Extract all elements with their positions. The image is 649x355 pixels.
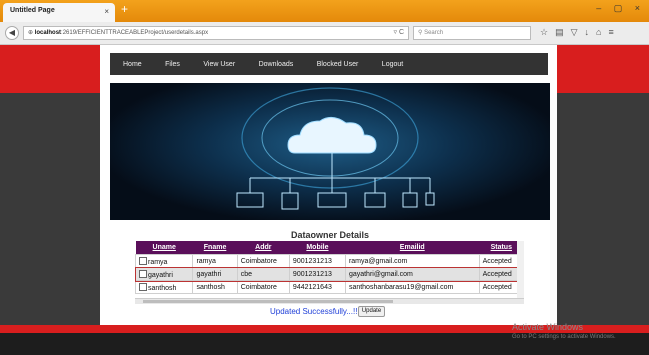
row-checkbox[interactable] bbox=[139, 269, 147, 278]
back-arrow-icon[interactable]: ◀ bbox=[5, 26, 19, 40]
uname-value: ramya bbox=[148, 258, 168, 266]
download-icon[interactable]: ↓ bbox=[585, 27, 597, 37]
reload-icon[interactable]: ▿ C bbox=[393, 27, 404, 39]
table-row: santhosh santhosh Coimbatore 9442121643 … bbox=[135, 280, 524, 294]
cell-mobile: 9001231213 bbox=[288, 254, 346, 268]
activation-watermark-text: Go to PC settings to activate Windows. bbox=[512, 334, 616, 340]
cell-addr: cbe bbox=[236, 267, 290, 281]
scrollbar-thumb[interactable] bbox=[143, 300, 393, 303]
row-checkbox[interactable] bbox=[139, 256, 147, 265]
pocket-icon[interactable]: ▽ bbox=[571, 27, 585, 37]
cell-fname: ramya bbox=[192, 254, 238, 268]
col-fname[interactable]: Fname bbox=[192, 241, 238, 255]
window-controls[interactable]: – ▢ × bbox=[596, 3, 645, 14]
browser-tab-bar: Untitled Page × + – ▢ × bbox=[0, 0, 649, 22]
cell-email: santhoshanbarasu19@gmail.com bbox=[344, 280, 480, 294]
dataowner-table: Uname Fname Addr Mobile Emailid Status r… bbox=[135, 241, 524, 294]
status-message: Updated Successfully...!!! bbox=[270, 307, 360, 316]
menu-blocked-user[interactable]: Blocked User bbox=[317, 54, 359, 76]
col-addr[interactable]: Addr bbox=[237, 241, 290, 255]
cell-addr: Coimbatore bbox=[236, 280, 290, 294]
cell-mobile: 9001231213 bbox=[288, 267, 346, 281]
menu-view-user[interactable]: View User bbox=[203, 54, 235, 76]
cell-fname: santhosh bbox=[192, 280, 238, 294]
tab-close-icon[interactable]: × bbox=[104, 7, 109, 16]
url-host: localhost bbox=[34, 30, 62, 36]
search-input[interactable]: ⚲ Search bbox=[413, 26, 531, 40]
dataowner-table-container: Uname Fname Addr Mobile Emailid Status r… bbox=[135, 241, 524, 303]
cloud-banner-image bbox=[110, 83, 550, 220]
col-emailid[interactable]: Emailid bbox=[345, 241, 480, 255]
col-uname[interactable]: Uname bbox=[135, 241, 193, 255]
star-icon[interactable]: ☆ bbox=[540, 27, 555, 37]
menu-logout[interactable]: Logout bbox=[382, 54, 403, 76]
table-header-row: Uname Fname Addr Mobile Emailid Status bbox=[135, 241, 524, 255]
uname-value: santhosh bbox=[148, 284, 177, 292]
cell-email: ramya@gmail.com bbox=[344, 254, 480, 268]
right-background bbox=[557, 93, 649, 325]
tab-title: Untitled Page bbox=[10, 7, 55, 14]
table-row: ramya ramya Coimbatore 9001231213 ramya@… bbox=[135, 254, 524, 268]
menu-downloads[interactable]: Downloads bbox=[259, 54, 294, 76]
row-checkbox[interactable] bbox=[139, 282, 147, 291]
search-placeholder: Search bbox=[424, 30, 444, 36]
menu-icon[interactable]: ≡ bbox=[608, 27, 620, 37]
cell-uname: santhosh bbox=[135, 280, 194, 294]
browser-toolbar-icons: ☆▤▽↓⌂≡ bbox=[540, 27, 621, 38]
browser-nav-bar: ◀ ⊕ localhost:2619/EFFICIENTTRACEABLEPro… bbox=[0, 22, 649, 45]
web-page: Home Files View User Downloads Blocked U… bbox=[0, 45, 649, 355]
cell-mobile: 9442121643 bbox=[288, 280, 346, 294]
address-bar[interactable]: ⊕ localhost:2619/EFFICIENTTRACEABLEProje… bbox=[23, 26, 409, 40]
cloud-network-illustration bbox=[236, 87, 435, 210]
uname-value: gayathri bbox=[148, 271, 173, 279]
cell-addr: Coimbatore bbox=[236, 254, 290, 268]
browser-tab[interactable]: Untitled Page × bbox=[3, 3, 115, 22]
main-menu: Home Files View User Downloads Blocked U… bbox=[110, 53, 548, 75]
lock-icon: ⊕ bbox=[28, 30, 35, 36]
update-button[interactable]: Update bbox=[358, 306, 385, 317]
cell-email: gayathri@gmail.com bbox=[344, 267, 480, 281]
new-tab-icon[interactable]: + bbox=[121, 2, 128, 16]
section-title: Dataowner Details bbox=[290, 230, 370, 240]
home-icon[interactable]: ⌂ bbox=[596, 27, 608, 37]
table-row: gayathri gayathri cbe 9001231213 gayathr… bbox=[135, 266, 524, 282]
col-mobile[interactable]: Mobile bbox=[289, 241, 346, 255]
activation-watermark-title: Activate Windows bbox=[512, 322, 584, 332]
cell-fname: gayathri bbox=[192, 267, 238, 281]
menu-home[interactable]: Home bbox=[123, 54, 142, 76]
table-vertical-scrollbar[interactable] bbox=[517, 241, 524, 298]
cell-uname: ramya bbox=[135, 254, 194, 268]
cell-uname: gayathri bbox=[135, 267, 194, 281]
url-path: :2619/EFFICIENTTRACEABLEProject/userdeta… bbox=[61, 30, 209, 36]
reading-list-icon[interactable]: ▤ bbox=[555, 27, 571, 37]
table-horizontal-scrollbar[interactable] bbox=[135, 298, 524, 304]
left-background bbox=[0, 93, 100, 325]
menu-files[interactable]: Files bbox=[165, 54, 180, 76]
